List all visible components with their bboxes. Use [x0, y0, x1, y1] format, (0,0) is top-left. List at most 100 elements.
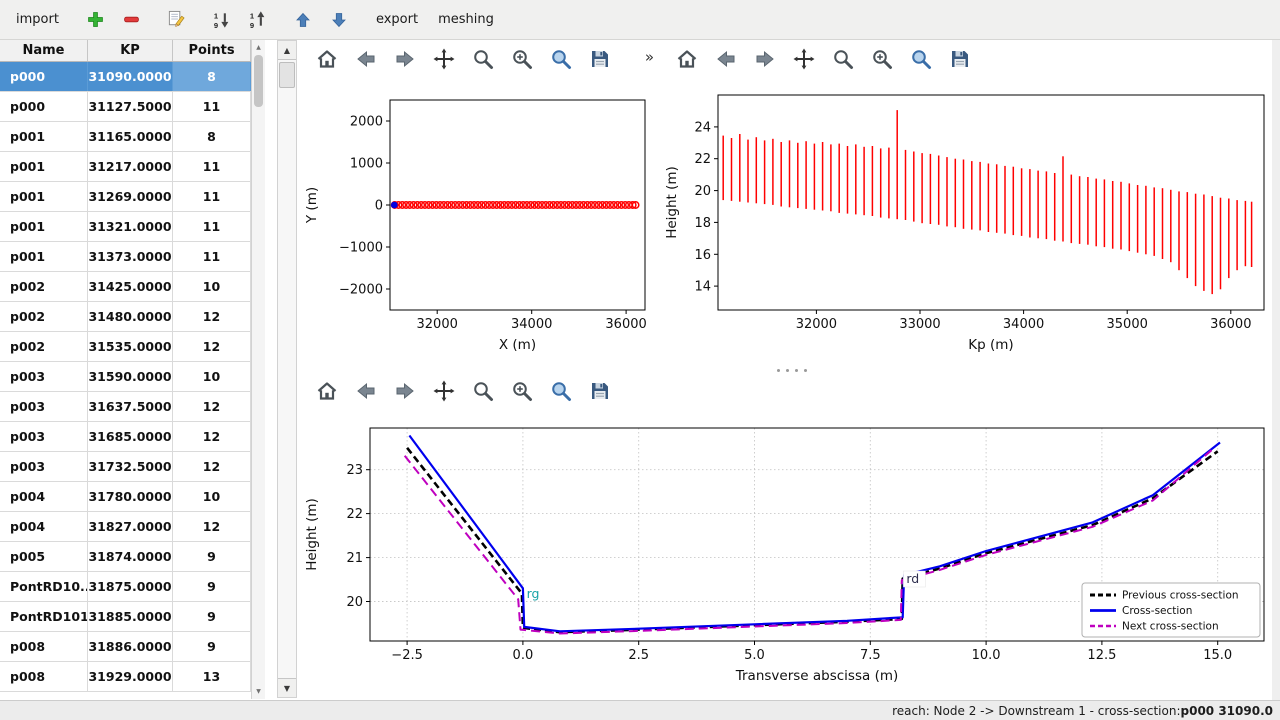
- cell-kp[interactable]: 31165.0000: [88, 122, 173, 151]
- table-row[interactable]: p00231425.000010: [0, 272, 251, 302]
- table-scroll-up-icon[interactable]: ▲: [252, 41, 265, 54]
- move-down-button[interactable]: [327, 8, 351, 32]
- table-row[interactable]: p00131165.00008: [0, 122, 251, 152]
- cell-kp[interactable]: 31637.5000: [88, 392, 173, 421]
- cell-kp[interactable]: 31929.0000: [88, 662, 173, 691]
- zoom-in-button[interactable]: [509, 46, 535, 72]
- cell-name[interactable]: p004: [0, 482, 88, 511]
- cell-kp[interactable]: 31874.0000: [88, 542, 173, 571]
- cell-name[interactable]: p008: [0, 662, 88, 691]
- cell-kp[interactable]: 31217.0000: [88, 152, 173, 181]
- table-scroll-down-icon[interactable]: ▼: [252, 685, 265, 698]
- sort-ascending-button[interactable]: 19: [246, 8, 270, 32]
- zoom-rect-button[interactable]: [548, 378, 574, 404]
- cell-name[interactable]: PontRD10...: [0, 572, 88, 601]
- table-row[interactable]: p00431827.000012: [0, 512, 251, 542]
- cell-points[interactable]: 10: [173, 362, 251, 391]
- cell-points[interactable]: 11: [173, 152, 251, 181]
- table-row[interactable]: p00131321.000011: [0, 212, 251, 242]
- back-button[interactable]: [353, 378, 379, 404]
- zoom-rect-button[interactable]: [548, 46, 574, 72]
- cell-name[interactable]: p005: [0, 542, 88, 571]
- cell-kp[interactable]: 31373.0000: [88, 242, 173, 271]
- add-cross-section-button[interactable]: [84, 8, 108, 32]
- save-button[interactable]: [587, 378, 613, 404]
- table-row[interactable]: p00331685.000012: [0, 422, 251, 452]
- cell-points[interactable]: 9: [173, 602, 251, 631]
- cell-points[interactable]: 12: [173, 422, 251, 451]
- move-up-button[interactable]: [291, 8, 315, 32]
- cell-kp[interactable]: 31535.0000: [88, 332, 173, 361]
- forward-button[interactable]: [752, 46, 778, 72]
- cell-name[interactable]: p001: [0, 242, 88, 271]
- panel-scrollbar-thumb[interactable]: [279, 62, 295, 88]
- table-row[interactable]: p00331590.000010: [0, 362, 251, 392]
- column-header-kp[interactable]: KP: [88, 40, 173, 61]
- home-button[interactable]: [314, 46, 340, 72]
- cell-points[interactable]: 9: [173, 542, 251, 571]
- zoom-in-button[interactable]: [869, 46, 895, 72]
- scroll-up-button[interactable]: ▲: [278, 41, 296, 60]
- table-row[interactable]: p00231480.000012: [0, 302, 251, 332]
- cell-points[interactable]: 12: [173, 512, 251, 541]
- panel-scrollbar[interactable]: ▲ ▼: [277, 40, 297, 698]
- cell-points[interactable]: 9: [173, 572, 251, 601]
- cell-name[interactable]: p002: [0, 302, 88, 331]
- cell-kp[interactable]: 31425.0000: [88, 272, 173, 301]
- cell-name[interactable]: p008: [0, 632, 88, 661]
- cell-name[interactable]: p001: [0, 212, 88, 241]
- cell-name[interactable]: p003: [0, 392, 88, 421]
- cell-name[interactable]: p002: [0, 332, 88, 361]
- table-row[interactable]: p00031127.500011: [0, 92, 251, 122]
- cell-name[interactable]: p000: [0, 62, 88, 91]
- zoom-in-button[interactable]: [509, 378, 535, 404]
- table-row[interactable]: p00131269.000011: [0, 182, 251, 212]
- cell-points[interactable]: 13: [173, 662, 251, 691]
- table-row[interactable]: p00131373.000011: [0, 242, 251, 272]
- remove-cross-section-button[interactable]: [120, 8, 144, 32]
- forward-button[interactable]: [392, 378, 418, 404]
- cell-name[interactable]: p001: [0, 152, 88, 181]
- export-button[interactable]: export: [372, 10, 422, 29]
- table-row[interactable]: PontRD10...31875.00009: [0, 572, 251, 602]
- table-row[interactable]: p00031090.00008: [0, 62, 251, 92]
- cell-kp[interactable]: 31269.0000: [88, 182, 173, 211]
- back-button[interactable]: [353, 46, 379, 72]
- table-row[interactable]: p00331637.500012: [0, 392, 251, 422]
- column-header-name[interactable]: Name: [0, 40, 88, 61]
- cell-kp[interactable]: 31127.5000: [88, 92, 173, 121]
- save-button[interactable]: [947, 46, 973, 72]
- sort-descending-button[interactable]: 19: [210, 8, 234, 32]
- scroll-down-button[interactable]: ▼: [278, 678, 296, 697]
- cell-points[interactable]: 11: [173, 92, 251, 121]
- cell-kp[interactable]: 31875.0000: [88, 572, 173, 601]
- table-scrollbar[interactable]: ▲ ▼: [251, 40, 265, 699]
- back-button[interactable]: [713, 46, 739, 72]
- import-button[interactable]: import: [12, 10, 63, 29]
- cell-points[interactable]: 10: [173, 482, 251, 511]
- profile-chart[interactable]: 3200033000340003500036000141618202224Kp …: [660, 78, 1272, 370]
- zoom-button[interactable]: [470, 378, 496, 404]
- table-row[interactable]: p00531874.00009: [0, 542, 251, 572]
- cell-kp[interactable]: 31780.0000: [88, 482, 173, 511]
- pan-button[interactable]: [431, 378, 457, 404]
- cell-kp[interactable]: 31886.0000: [88, 632, 173, 661]
- cell-points[interactable]: 12: [173, 332, 251, 361]
- cell-points[interactable]: 8: [173, 122, 251, 151]
- zoom-button[interactable]: [470, 46, 496, 72]
- meshing-button[interactable]: meshing: [434, 10, 498, 29]
- cell-name[interactable]: p003: [0, 422, 88, 451]
- pan-button[interactable]: [791, 46, 817, 72]
- home-button[interactable]: [314, 378, 340, 404]
- table-row[interactable]: p00231535.000012: [0, 332, 251, 362]
- save-button[interactable]: [587, 46, 613, 72]
- cell-points[interactable]: 12: [173, 302, 251, 331]
- cell-name[interactable]: p002: [0, 272, 88, 301]
- pan-button[interactable]: [431, 46, 457, 72]
- cell-kp[interactable]: 31885.0000: [88, 602, 173, 631]
- cell-kp[interactable]: 31321.0000: [88, 212, 173, 241]
- cell-kp[interactable]: 31480.0000: [88, 302, 173, 331]
- cell-points[interactable]: 12: [173, 392, 251, 421]
- cell-points[interactable]: 9: [173, 632, 251, 661]
- table-row[interactable]: p00831886.00009: [0, 632, 251, 662]
